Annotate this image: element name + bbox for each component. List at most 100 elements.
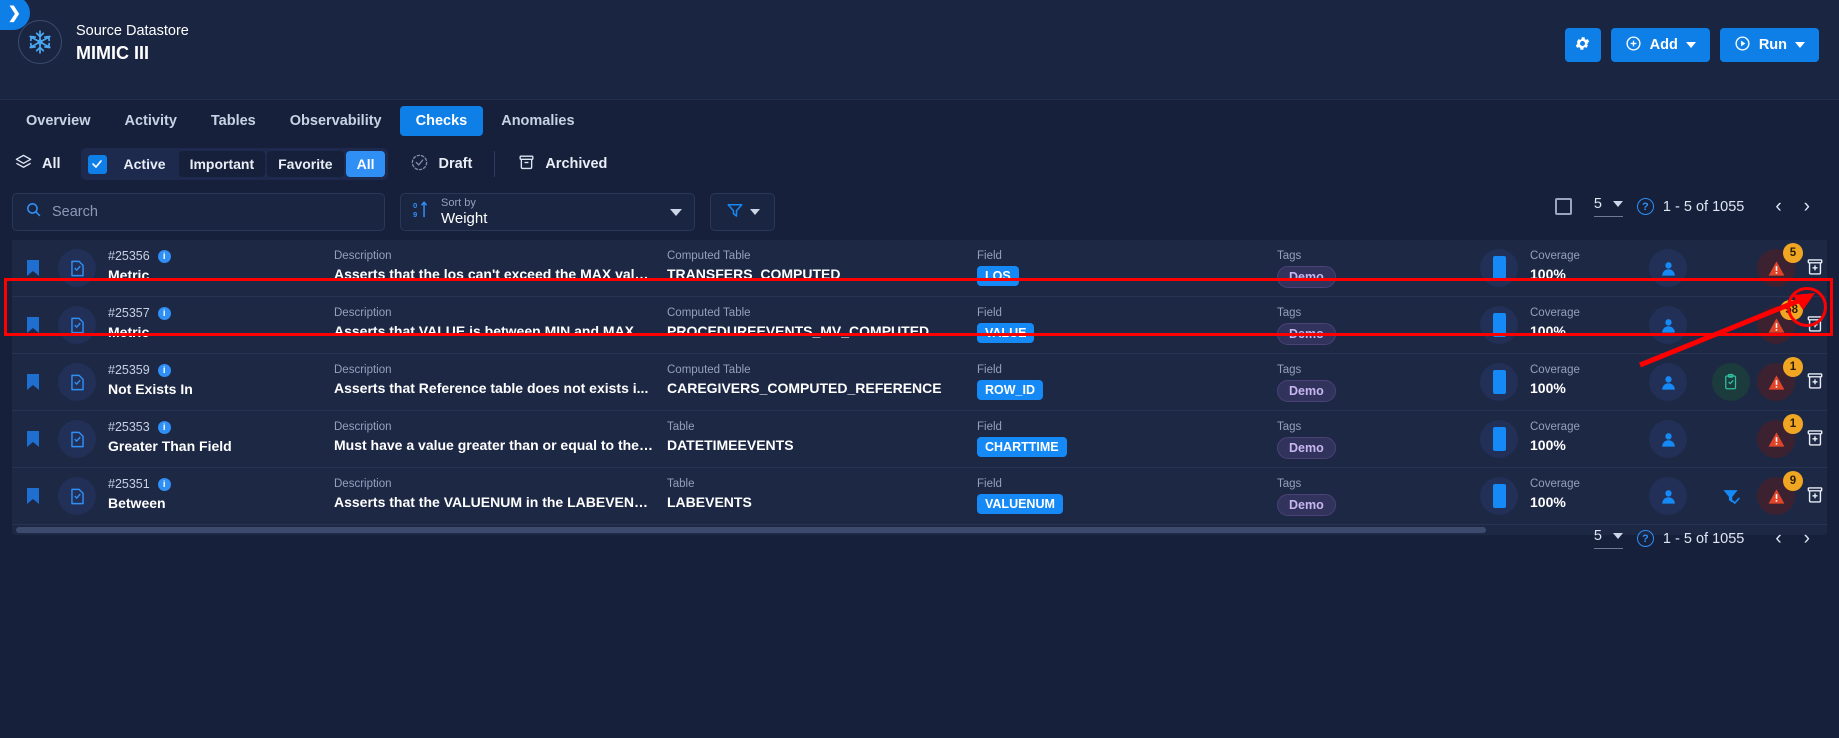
field-chip[interactable]: VALUE (977, 323, 1035, 343)
check-identity: #25356 i Metric (108, 249, 171, 283)
check-identity: #25357 i Metric (108, 306, 171, 340)
assignee-icon[interactable] (1649, 363, 1687, 401)
funnel-check-icon[interactable] (1712, 477, 1750, 515)
tab-activity[interactable]: Activity (109, 106, 193, 136)
table-row[interactable]: #25351 i Between Description Asserts tha… (12, 468, 1827, 525)
table-cell: Computed Table CAREGIVERS_COMPUTED_REFER… (667, 363, 967, 397)
assignee-icon[interactable] (1649, 306, 1687, 344)
filter-menu-button[interactable] (710, 193, 775, 231)
tag-chip[interactable]: Demo (1277, 323, 1336, 345)
table-row[interactable]: #25357 i Metric Description Asserts that… (12, 297, 1827, 354)
field-chip[interactable]: CHARTTIME (977, 437, 1067, 457)
info-icon[interactable]: i (157, 477, 171, 491)
alert-count-badge: 58 (1780, 300, 1803, 320)
table-row[interactable]: #25359 i Not Exists In Description Asser… (12, 354, 1827, 411)
settings-button[interactable] (1564, 28, 1601, 62)
description-value: Asserts that Reference table does not ex… (334, 380, 649, 396)
field-chip[interactable]: VALUENUM (977, 494, 1063, 514)
field-cell: Field ROW_ID (977, 363, 1043, 400)
field-cell: Field VALUE (977, 306, 1035, 343)
alert-indicator[interactable]: 58 (1757, 300, 1803, 344)
search-input[interactable] (52, 204, 372, 220)
filter-archived[interactable]: Archived (517, 153, 607, 176)
filter-all-layers[interactable]: All (14, 153, 61, 176)
field-chip[interactable]: LOS (977, 266, 1019, 286)
coverage-cell: Coverage 100% (1530, 306, 1580, 340)
select-all-checkbox[interactable] (1554, 198, 1572, 215)
description-value: Asserts that the VALUENUM in the LABEVEN… (334, 494, 654, 510)
next-page-button-bottom[interactable]: › (1793, 529, 1821, 548)
bookmark-icon[interactable] (26, 316, 40, 339)
page-size-value-bottom: 5 (1593, 528, 1602, 544)
archive-row-button[interactable] (1805, 314, 1825, 339)
run-button[interactable]: Run (1719, 28, 1819, 62)
page-size-select-top[interactable]: 5 (1593, 196, 1623, 217)
help-icon[interactable]: ? (1636, 530, 1654, 547)
scrollbar-thumb[interactable] (16, 527, 1486, 533)
tag-chip[interactable]: Demo (1277, 437, 1336, 459)
alert-indicator[interactable]: 1 (1757, 414, 1803, 458)
add-button[interactable]: Add (1610, 28, 1710, 62)
tag-chip[interactable]: Demo (1277, 266, 1336, 288)
assignee-icon[interactable] (1649, 249, 1687, 287)
archive-row-button[interactable] (1805, 428, 1825, 453)
info-icon[interactable]: i (157, 306, 171, 320)
check-type-label: Metric (108, 267, 150, 283)
coverage-label: Coverage (1530, 364, 1580, 376)
assignee-icon[interactable] (1649, 477, 1687, 515)
tag-chip[interactable]: Demo (1277, 494, 1336, 516)
plus-circle-icon (1625, 35, 1642, 56)
description-label: Description (334, 478, 392, 490)
chevron-down-icon (1612, 201, 1623, 207)
check-id: #25353 (108, 420, 150, 434)
segment-active[interactable]: Active (113, 151, 177, 177)
table-row[interactable]: #25356 i Metric Description Asserts that… (12, 240, 1827, 297)
tab-tables[interactable]: Tables (195, 106, 272, 136)
info-icon[interactable]: i (157, 420, 171, 434)
assignee-icon[interactable] (1649, 420, 1687, 458)
filter-draft[interactable]: Draft (410, 153, 472, 176)
description-value: Asserts that VALUE is between MIN and MA… (334, 323, 635, 339)
layers-icon (14, 153, 33, 176)
alert-indicator[interactable]: 9 (1757, 471, 1803, 515)
archive-row-button[interactable] (1805, 371, 1825, 396)
field-chip[interactable]: ROW_ID (977, 380, 1043, 400)
prev-page-button-top[interactable]: ‹ (1764, 197, 1792, 216)
segment-all[interactable]: All (345, 151, 386, 177)
sort-by-label: Sort by (441, 196, 476, 209)
alert-indicator[interactable]: 5 (1757, 243, 1803, 287)
pagination-bottom: 5 ? 1 - 5 of 1055 ‹ › (1593, 528, 1821, 549)
search-field-wrapper[interactable] (12, 193, 385, 231)
coverage-label: Coverage (1530, 307, 1580, 319)
table-row[interactable]: #25353 i Greater Than Field Description … (12, 411, 1827, 468)
tab-overview[interactable]: Overview (10, 106, 107, 136)
tags-label: Tags (1277, 421, 1302, 433)
bookmark-icon[interactable] (26, 259, 40, 282)
info-icon[interactable]: i (157, 249, 171, 263)
pagination-range-top: 1 - 5 of 1055 (1662, 198, 1745, 215)
prev-page-button-bottom[interactable]: ‹ (1764, 529, 1792, 548)
bookmark-icon[interactable] (26, 430, 40, 453)
next-page-button-top[interactable]: › (1793, 197, 1821, 216)
pagination-top: 5 ? 1 - 5 of 1055 ‹ › (1554, 196, 1821, 217)
bookmark-icon[interactable] (26, 373, 40, 396)
sort-by-select[interactable]: 0 9 Sort by Weight (400, 193, 695, 231)
tab-observability[interactable]: Observability (274, 106, 398, 136)
tab-anomalies[interactable]: Anomalies (485, 106, 590, 136)
segment-favorite[interactable]: Favorite (267, 151, 344, 177)
bookmark-icon[interactable] (26, 487, 40, 510)
segment-important[interactable]: Important (178, 151, 266, 177)
tag-chip[interactable]: Demo (1277, 380, 1336, 402)
tab-checks[interactable]: Checks (399, 106, 484, 136)
page-size-select-bottom[interactable]: 5 (1593, 528, 1623, 549)
archive-row-button[interactable] (1805, 485, 1825, 510)
info-icon[interactable]: i (157, 363, 171, 377)
alert-indicator[interactable]: 1 (1757, 357, 1803, 401)
horizontal-scrollbar[interactable] (12, 525, 1827, 535)
check-id: #25359 (108, 363, 150, 377)
help-icon[interactable]: ? (1636, 198, 1654, 215)
clipboard-check-icon[interactable] (1712, 363, 1750, 401)
archive-row-button[interactable] (1805, 257, 1825, 282)
check-type-label: Between (108, 495, 166, 511)
active-checkbox[interactable] (87, 154, 107, 174)
